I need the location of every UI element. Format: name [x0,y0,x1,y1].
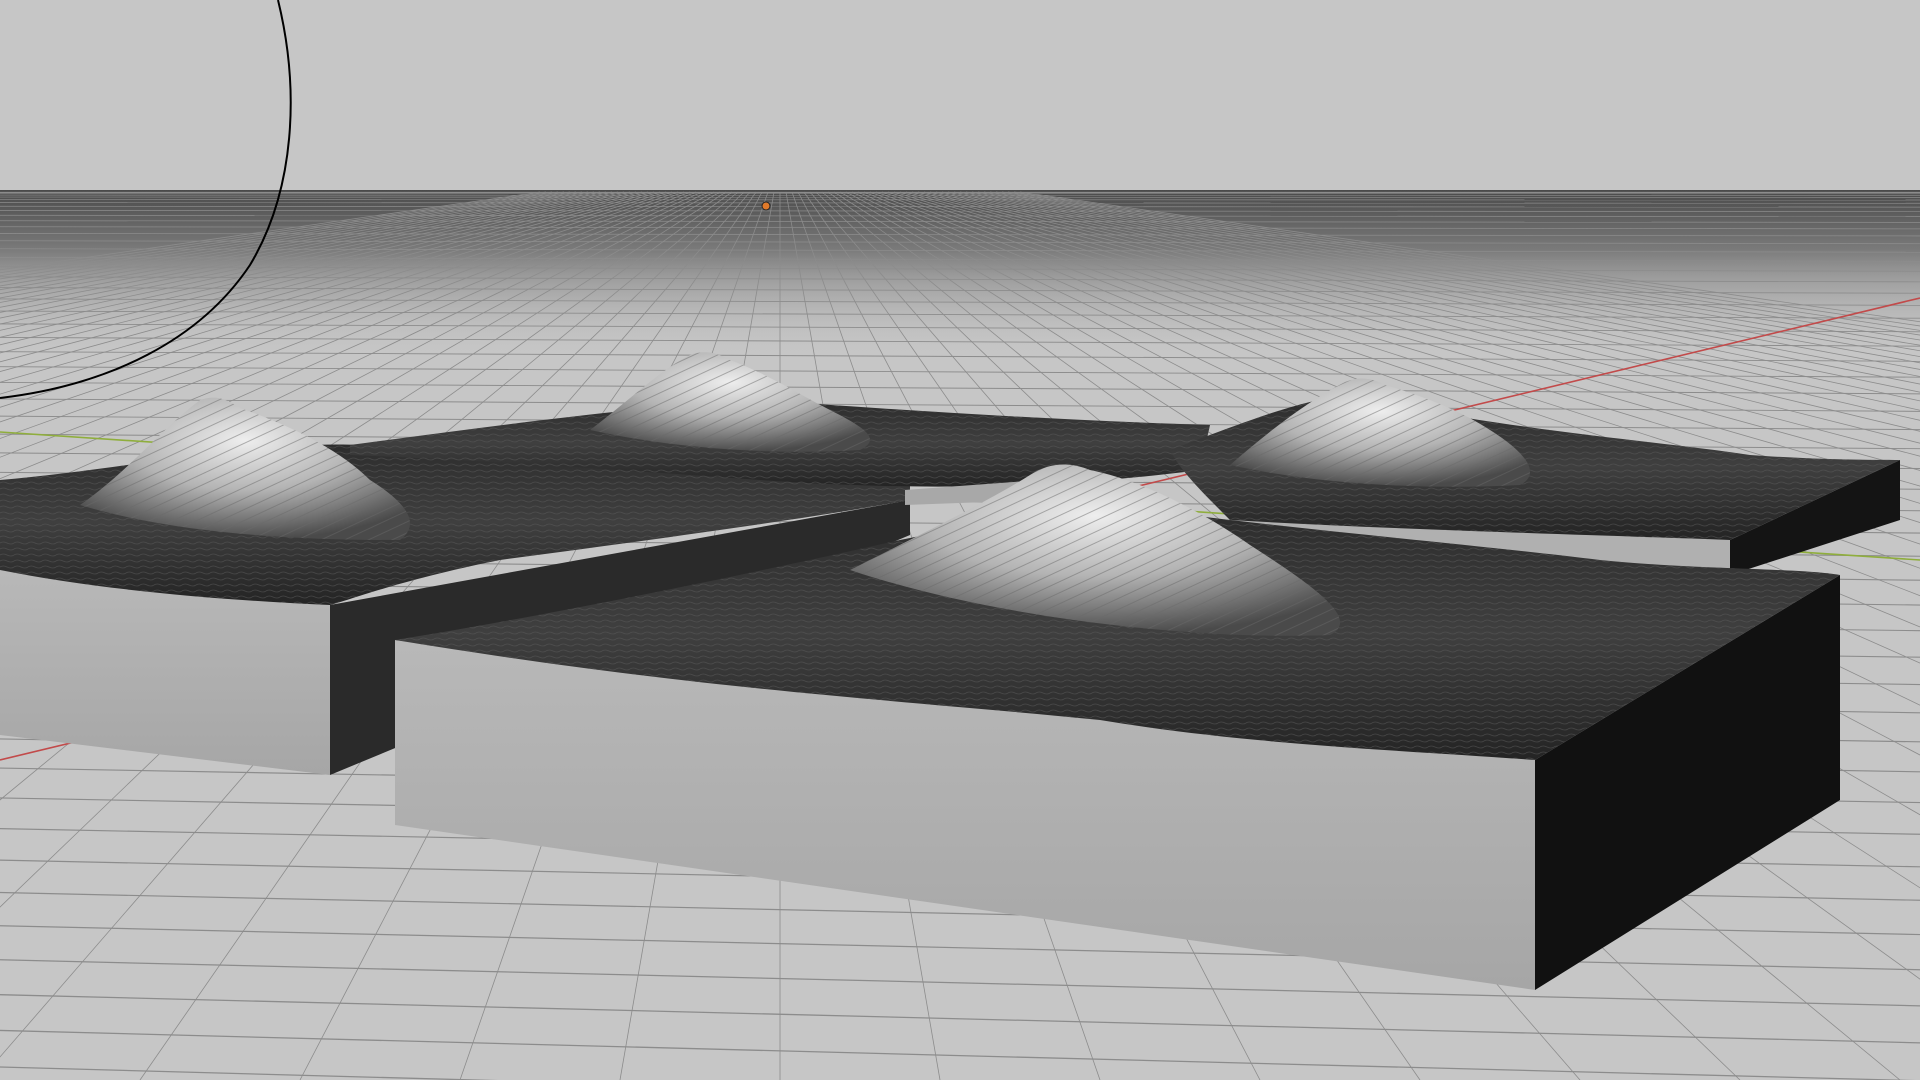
3d-viewport[interactable] [0,0,1920,1080]
light-origin-icon[interactable] [761,201,771,211]
